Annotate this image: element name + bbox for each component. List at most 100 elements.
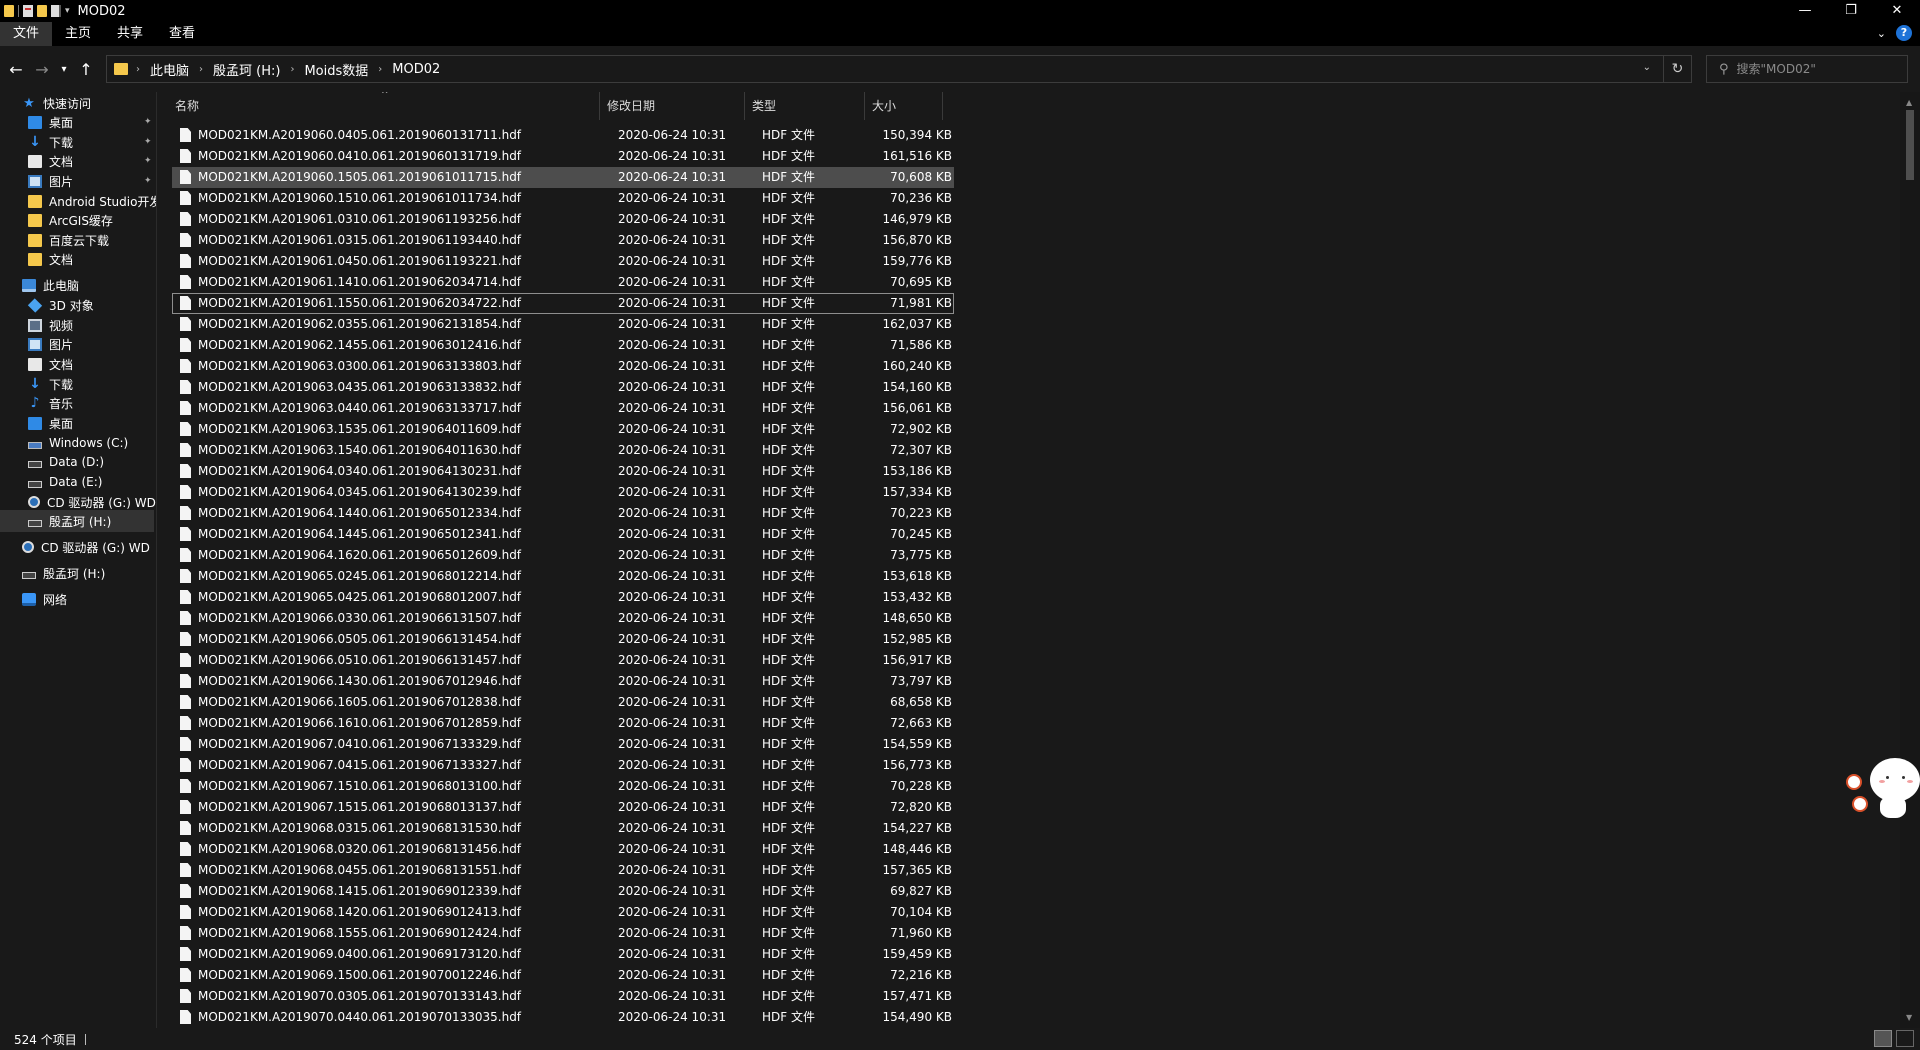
- sidebar-item[interactable]: Data (D:): [0, 451, 156, 473]
- address-history-icon[interactable]: ⌄: [1643, 62, 1651, 73]
- file-row[interactable]: MOD021KM.A2019066.1430.061.2019067012946…: [172, 671, 954, 692]
- file-row[interactable]: MOD021KM.A2019064.0340.061.2019064130231…: [172, 461, 954, 482]
- chevron-right-icon[interactable]: ›: [136, 64, 140, 75]
- file-row[interactable]: MOD021KM.A2019068.0320.061.2019068131456…: [172, 839, 954, 860]
- breadcrumb-drive-h[interactable]: 殷孟珂 (H:): [213, 60, 280, 79]
- file-row[interactable]: MOD021KM.A2019068.1420.061.2019069012413…: [172, 902, 954, 923]
- minimize-button[interactable]: —: [1782, 0, 1828, 22]
- file-row[interactable]: MOD021KM.A2019061.1550.061.2019062034722…: [172, 293, 954, 314]
- file-row[interactable]: MOD021KM.A2019067.0415.061.2019067133327…: [172, 755, 954, 776]
- file-row[interactable]: MOD021KM.A2019063.0435.061.2019063133832…: [172, 377, 954, 398]
- breadcrumb-this-pc[interactable]: 此电脑: [150, 60, 189, 79]
- file-row[interactable]: MOD021KM.A2019061.0315.061.2019061193440…: [172, 230, 954, 251]
- search-input[interactable]: [1736, 62, 1897, 76]
- up-arrow-icon[interactable]: ↑: [76, 60, 96, 79]
- properties-icon[interactable]: [23, 5, 33, 17]
- sidebar-item[interactable]: 殷孟珂 (H:): [0, 510, 154, 532]
- refresh-icon[interactable]: ↻: [1663, 56, 1691, 82]
- file-row[interactable]: MOD021KM.A2019062.1455.061.2019063012416…: [172, 335, 954, 356]
- file-row[interactable]: MOD021KM.A2019069.0400.061.2019069173120…: [172, 944, 954, 965]
- file-row[interactable]: MOD021KM.A2019061.1410.061.2019062034714…: [172, 272, 954, 293]
- recent-locations-icon[interactable]: ▾: [58, 64, 70, 75]
- sidebar-item[interactable]: ♪ 音乐: [0, 392, 156, 414]
- file-row[interactable]: MOD021KM.A2019068.1415.061.2019069012339…: [172, 881, 954, 902]
- sidebar-item[interactable]: 网络: [0, 588, 156, 610]
- sidebar-item[interactable]: 图片 ✦: [0, 170, 156, 192]
- column-header-date[interactable]: 修改日期: [600, 92, 745, 120]
- mascot-badge-icon[interactable]: [1852, 796, 1868, 812]
- close-button[interactable]: ✕: [1874, 0, 1920, 22]
- forward-arrow-icon[interactable]: →: [32, 60, 52, 79]
- vertical-scrollbar[interactable]: ▲ ▼: [1900, 92, 1920, 1028]
- help-icon[interactable]: ?: [1896, 25, 1912, 41]
- file-row[interactable]: MOD021KM.A2019067.1515.061.2019068013137…: [172, 797, 954, 818]
- file-row[interactable]: MOD021KM.A2019066.1605.061.2019067012838…: [172, 692, 954, 713]
- file-row[interactable]: MOD021KM.A2019065.0425.061.2019068012007…: [172, 587, 954, 608]
- scroll-down-icon[interactable]: ▼: [1906, 1013, 1912, 1022]
- file-row[interactable]: MOD021KM.A2019062.0355.061.2019062131854…: [172, 314, 954, 335]
- file-row[interactable]: MOD021KM.A2019063.0440.061.2019063133717…: [172, 398, 954, 419]
- sidebar-item[interactable]: ArcGIS缓存: [0, 209, 156, 231]
- sidebar-item[interactable]: 殷孟珂 (H:): [0, 562, 156, 584]
- file-row[interactable]: MOD021KM.A2019064.1620.061.2019065012609…: [172, 545, 954, 566]
- file-row[interactable]: MOD021KM.A2019066.0330.061.2019066131507…: [172, 608, 954, 629]
- file-row[interactable]: MOD021KM.A2019063.0300.061.2019063133803…: [172, 356, 954, 377]
- pin-icon[interactable]: ✦: [144, 117, 152, 127]
- column-header-size[interactable]: 大小: [865, 92, 943, 120]
- chevron-down-icon[interactable]: ⌄: [1877, 27, 1886, 40]
- file-row[interactable]: MOD021KM.A2019067.0410.061.2019067133329…: [172, 734, 954, 755]
- sidebar-item[interactable]: 桌面 ✦: [0, 111, 156, 133]
- large-icons-view-icon[interactable]: [1896, 1030, 1914, 1047]
- file-row[interactable]: MOD021KM.A2019068.0315.061.2019068131530…: [172, 818, 954, 839]
- sidebar-item[interactable]: CD 驱动器 (G:) WD: [0, 536, 156, 558]
- breadcrumb-moids-data[interactable]: Moids数据: [304, 60, 368, 79]
- file-row[interactable]: MOD021KM.A2019065.0245.061.2019068012214…: [172, 566, 954, 587]
- maximize-button[interactable]: ❐: [1828, 0, 1874, 22]
- mascot-badge-icon[interactable]: [1846, 774, 1862, 790]
- tab-view[interactable]: 查看: [156, 22, 208, 46]
- file-row[interactable]: MOD021KM.A2019068.0455.061.2019068131551…: [172, 860, 954, 881]
- file-row[interactable]: MOD021KM.A2019068.1555.061.2019069012424…: [172, 923, 954, 944]
- file-row[interactable]: MOD021KM.A2019067.1510.061.2019068013100…: [172, 776, 954, 797]
- file-row[interactable]: MOD021KM.A2019069.1500.061.2019070012246…: [172, 965, 954, 986]
- address-bar[interactable]: › 此电脑 › 殷孟珂 (H:) › Moids数据 › MOD02 ⌄ ↻: [106, 55, 1692, 83]
- file-row[interactable]: MOD021KM.A2019061.0450.061.2019061193221…: [172, 251, 954, 272]
- file-row[interactable]: MOD021KM.A2019060.1505.061.2019061011715…: [172, 167, 954, 188]
- file-row[interactable]: MOD021KM.A2019070.0440.061.2019070133035…: [172, 1007, 954, 1028]
- column-header-type[interactable]: 类型: [745, 92, 865, 120]
- sidebar-item[interactable]: 图片: [0, 333, 156, 355]
- back-arrow-icon[interactable]: ←: [6, 60, 26, 79]
- tab-file[interactable]: 文件: [0, 22, 53, 46]
- pin-icon[interactable]: ✦: [144, 137, 152, 147]
- new-folder-icon[interactable]: [37, 5, 47, 17]
- file-row[interactable]: MOD021KM.A2019063.1540.061.2019064011630…: [172, 440, 954, 461]
- file-row[interactable]: MOD021KM.A2019064.1445.061.2019065012341…: [172, 524, 954, 545]
- chevron-right-icon[interactable]: ›: [290, 64, 294, 75]
- file-row[interactable]: MOD021KM.A2019061.0310.061.2019061193256…: [172, 209, 954, 230]
- tab-share[interactable]: 共享: [104, 22, 156, 46]
- scrollbar-thumb[interactable]: [1906, 110, 1914, 180]
- chevron-right-icon[interactable]: ›: [199, 64, 203, 75]
- file-row[interactable]: MOD021KM.A2019066.0505.061.2019066131454…: [172, 629, 954, 650]
- floating-mascot-widget[interactable]: [1846, 746, 1920, 820]
- file-row[interactable]: MOD021KM.A2019066.1610.061.2019067012859…: [172, 713, 954, 734]
- file-row[interactable]: MOD021KM.A2019070.0305.061.2019070133143…: [172, 986, 954, 1007]
- file-row[interactable]: MOD021KM.A2019063.1535.061.2019064011609…: [172, 419, 954, 440]
- details-view-icon[interactable]: [1874, 1030, 1892, 1047]
- file-row[interactable]: MOD021KM.A2019060.0410.061.2019060131719…: [172, 146, 954, 167]
- file-row[interactable]: MOD021KM.A2019060.0405.061.2019060131711…: [172, 125, 954, 146]
- customize-toolbar-icon[interactable]: ▾: [65, 6, 70, 16]
- pin-icon[interactable]: ✦: [144, 176, 152, 186]
- scroll-up-icon[interactable]: ▲: [1906, 98, 1912, 107]
- file-row[interactable]: MOD021KM.A2019060.1510.061.2019061011734…: [172, 188, 954, 209]
- sidebar-item[interactable]: 文档: [0, 248, 156, 270]
- file-row[interactable]: MOD021KM.A2019066.0510.061.2019066131457…: [172, 650, 954, 671]
- sidebar-item[interactable]: 桌面: [0, 412, 156, 434]
- sidebar-item[interactable]: 3D 对象: [0, 294, 156, 316]
- pin-icon[interactable]: ✦: [144, 156, 152, 166]
- file-row[interactable]: MOD021KM.A2019064.0345.061.2019064130239…: [172, 482, 954, 503]
- tab-home[interactable]: 主页: [52, 22, 104, 46]
- file-row[interactable]: MOD021KM.A2019064.1440.061.2019065012334…: [172, 503, 954, 524]
- sidebar-item[interactable]: 此电脑: [0, 274, 156, 296]
- rename-icon[interactable]: [51, 5, 61, 17]
